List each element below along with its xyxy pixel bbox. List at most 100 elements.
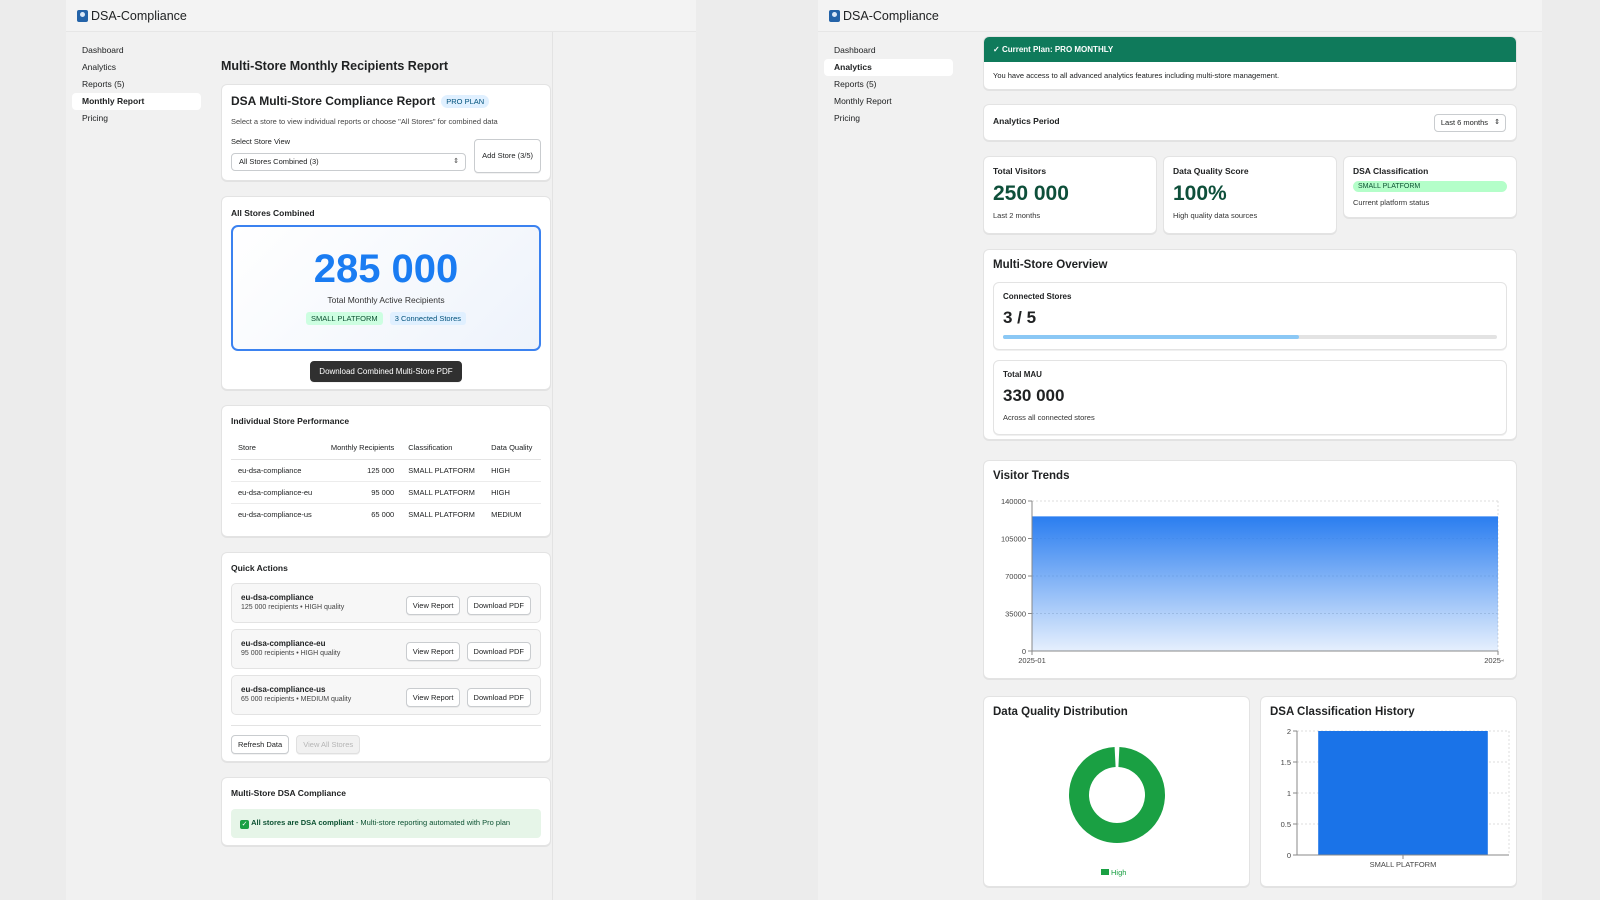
y-tick-label: 70000 — [1005, 572, 1026, 581]
mau-value: 330 000 — [1003, 386, 1065, 405]
store-select[interactable]: All Stores Combined (3) ⇕ — [231, 153, 466, 171]
classification-history-title: DSA Classification History — [1270, 706, 1415, 718]
sidebar: Dashboard Analytics Reports (5) Monthly … — [66, 32, 207, 900]
y-tick-label: 140000 — [1001, 497, 1026, 506]
app-title: DSA-Compliance — [843, 8, 939, 23]
app-logo-icon — [77, 9, 88, 22]
sidebar-item-analytics[interactable]: Analytics — [824, 59, 953, 76]
sidebar-item-dashboard[interactable]: Dashboard — [824, 42, 953, 59]
legend-swatch — [1101, 869, 1109, 875]
download-pdf-button[interactable]: Download PDF — [466, 688, 531, 707]
sidebar-item-dashboard[interactable]: Dashboard — [72, 42, 201, 59]
compliance-status: All stores are DSA compliant — [251, 818, 354, 827]
table-row: eu-dsa-compliance-us 65 000 SMALL PLATFO… — [231, 504, 541, 526]
multi-store-overview-card: Multi-Store Overview Connected Stores 3 … — [983, 249, 1517, 440]
download-combined-pdf-button[interactable]: Download Combined Multi-Store PDF — [310, 361, 462, 382]
connected-progress-bar — [1003, 335, 1497, 339]
refresh-data-button[interactable]: Refresh Data — [231, 735, 290, 754]
cell-quality: HIGH — [484, 459, 541, 482]
overview-heading: Multi-Store Overview — [993, 259, 1108, 271]
bar — [1318, 731, 1488, 855]
analytics-window: DSA-Compliance Dashboard Analytics Repor… — [818, 0, 1542, 900]
total-visitors-card: Total Visitors 250 000 Last 2 months — [983, 156, 1157, 234]
view-all-stores-button[interactable]: View All Stores — [296, 735, 361, 754]
download-pdf-button[interactable]: Download PDF — [466, 596, 531, 615]
column-header-classification: Classification — [401, 436, 485, 460]
view-report-button[interactable]: View Report — [405, 596, 461, 615]
quality-title: Data Quality Score — [1173, 166, 1249, 176]
pie-slice — [1069, 747, 1165, 843]
cell-classification: SMALL PLATFORM — [408, 510, 475, 519]
quick-actions-card: Quick Actions eu-dsa-compliance 125 000 … — [221, 552, 551, 762]
combined-total-label: Total Monthly Active Recipients — [327, 295, 445, 305]
sidebar-item-pricing[interactable]: Pricing — [72, 110, 201, 127]
cell-classification: SMALL PLATFORM — [401, 459, 485, 482]
check-icon: ✓ — [993, 45, 1000, 54]
y-tick-label: 0 — [1287, 851, 1291, 860]
class-sub: Current platform status — [1353, 198, 1430, 207]
column-header-quality: Data Quality — [484, 436, 541, 460]
table-row: eu-dsa-compliance-eu 95 000 SMALL PLATFO… — [231, 481, 541, 504]
quality-sub: High quality data sources — [1173, 211, 1258, 220]
sidebar-item-monthly-report[interactable]: Monthly Report — [824, 93, 953, 110]
class-title: DSA Classification — [1353, 166, 1429, 176]
sidebar-item-reports[interactable]: Reports (5) — [72, 76, 201, 93]
x-tick-label: 2025-01 — [1018, 656, 1046, 665]
compliance-note: - Multi-store reporting automated with P… — [353, 818, 511, 827]
plan-badge: PRO PLAN — [441, 94, 490, 108]
y-tick-label: 1 — [1287, 789, 1291, 798]
table-row: eu-dsa-compliance 125 000 SMALL PLATFORM… — [231, 459, 541, 482]
compliance-heading: Multi-Store DSA Compliance — [231, 788, 346, 798]
view-report-button[interactable]: View Report — [405, 642, 461, 661]
report-description: Select a store to view individual report… — [231, 117, 498, 126]
quick-actions-heading: Quick Actions — [231, 563, 288, 573]
app-title: DSA-Compliance — [91, 8, 187, 23]
store-selector-card: DSA Multi-Store Compliance Report PRO PL… — [221, 84, 551, 181]
cell-store: eu-dsa-compliance-eu — [231, 481, 322, 504]
period-select[interactable]: Last 6 months ⇕ — [1433, 114, 1506, 132]
y-tick-label: 1.5 — [1281, 758, 1291, 767]
check-icon: ✓ — [240, 820, 249, 829]
download-pdf-button[interactable]: Download PDF — [466, 642, 531, 661]
connected-stores-badge: 3 Connected Stores — [389, 312, 467, 325]
total-mau-panel: Total MAU 330 000 Across all connected s… — [993, 360, 1507, 435]
combined-card: All Stores Combined 285 000 Total Monthl… — [221, 196, 551, 390]
cell-recipients: 95 000 — [321, 481, 402, 504]
cell-classification: SMALL PLATFORM — [401, 481, 485, 504]
connected-progress-fill — [1003, 335, 1300, 339]
cell-recipients: 125 000 — [321, 459, 402, 482]
y-tick-label: 0 — [1022, 647, 1026, 656]
class-badge: SMALL PLATFORM — [1353, 181, 1507, 192]
legend-label: High — [1111, 868, 1126, 877]
main-area: ✓ Current Plan: PRO MONTHLY You have acc… — [959, 32, 1542, 900]
store-select-value: All Stores Combined (3) — [239, 157, 319, 166]
series-area — [1032, 517, 1498, 651]
y-tick-label: 0.5 — [1281, 820, 1291, 829]
y-tick-label: 105000 — [1001, 535, 1026, 544]
list-item: eu-dsa-compliance-eu 95 000 recipients •… — [231, 629, 541, 669]
sidebar-item-pricing[interactable]: Pricing — [824, 110, 953, 127]
x-tick-label: 2025-01 — [1484, 656, 1504, 665]
list-item: eu-dsa-compliance-us 65 000 recipients •… — [231, 675, 541, 715]
column-header-store: Store — [231, 436, 322, 460]
sidebar-item-reports[interactable]: Reports (5) — [824, 76, 953, 93]
compliance-card: Multi-Store DSA Compliance ✓ All stores … — [221, 777, 551, 846]
sidebar-item-monthly-report[interactable]: Monthly Report — [72, 93, 201, 110]
cell-store: eu-dsa-compliance-us — [238, 510, 312, 519]
app-logo-icon — [829, 9, 840, 22]
main-area: Multi-Store Monthly Recipients Report DS… — [207, 32, 696, 900]
report-card-title: DSA Multi-Store Compliance Report — [231, 94, 436, 108]
cell-quality: MEDIUM — [491, 510, 522, 519]
plan-description: You have access to all advanced analytic… — [993, 71, 1280, 80]
performance-table: Store Monthly Recipients Classification … — [231, 436, 541, 525]
view-report-button[interactable]: View Report — [405, 688, 461, 707]
visitors-sub: Last 2 months — [993, 211, 1041, 220]
y-tick-label: 2 — [1287, 727, 1291, 736]
app-header: DSA-Compliance — [818, 0, 1542, 32]
combined-heading: All Stores Combined — [231, 208, 315, 218]
sidebar-item-analytics[interactable]: Analytics — [72, 59, 201, 76]
add-store-button[interactable]: Add Store (3/5) — [474, 139, 541, 173]
visitors-title: Total Visitors — [993, 166, 1047, 176]
report-window: DSA-Compliance Dashboard Analytics Repor… — [66, 0, 696, 900]
cell-recipients: 65 000 — [371, 510, 395, 519]
